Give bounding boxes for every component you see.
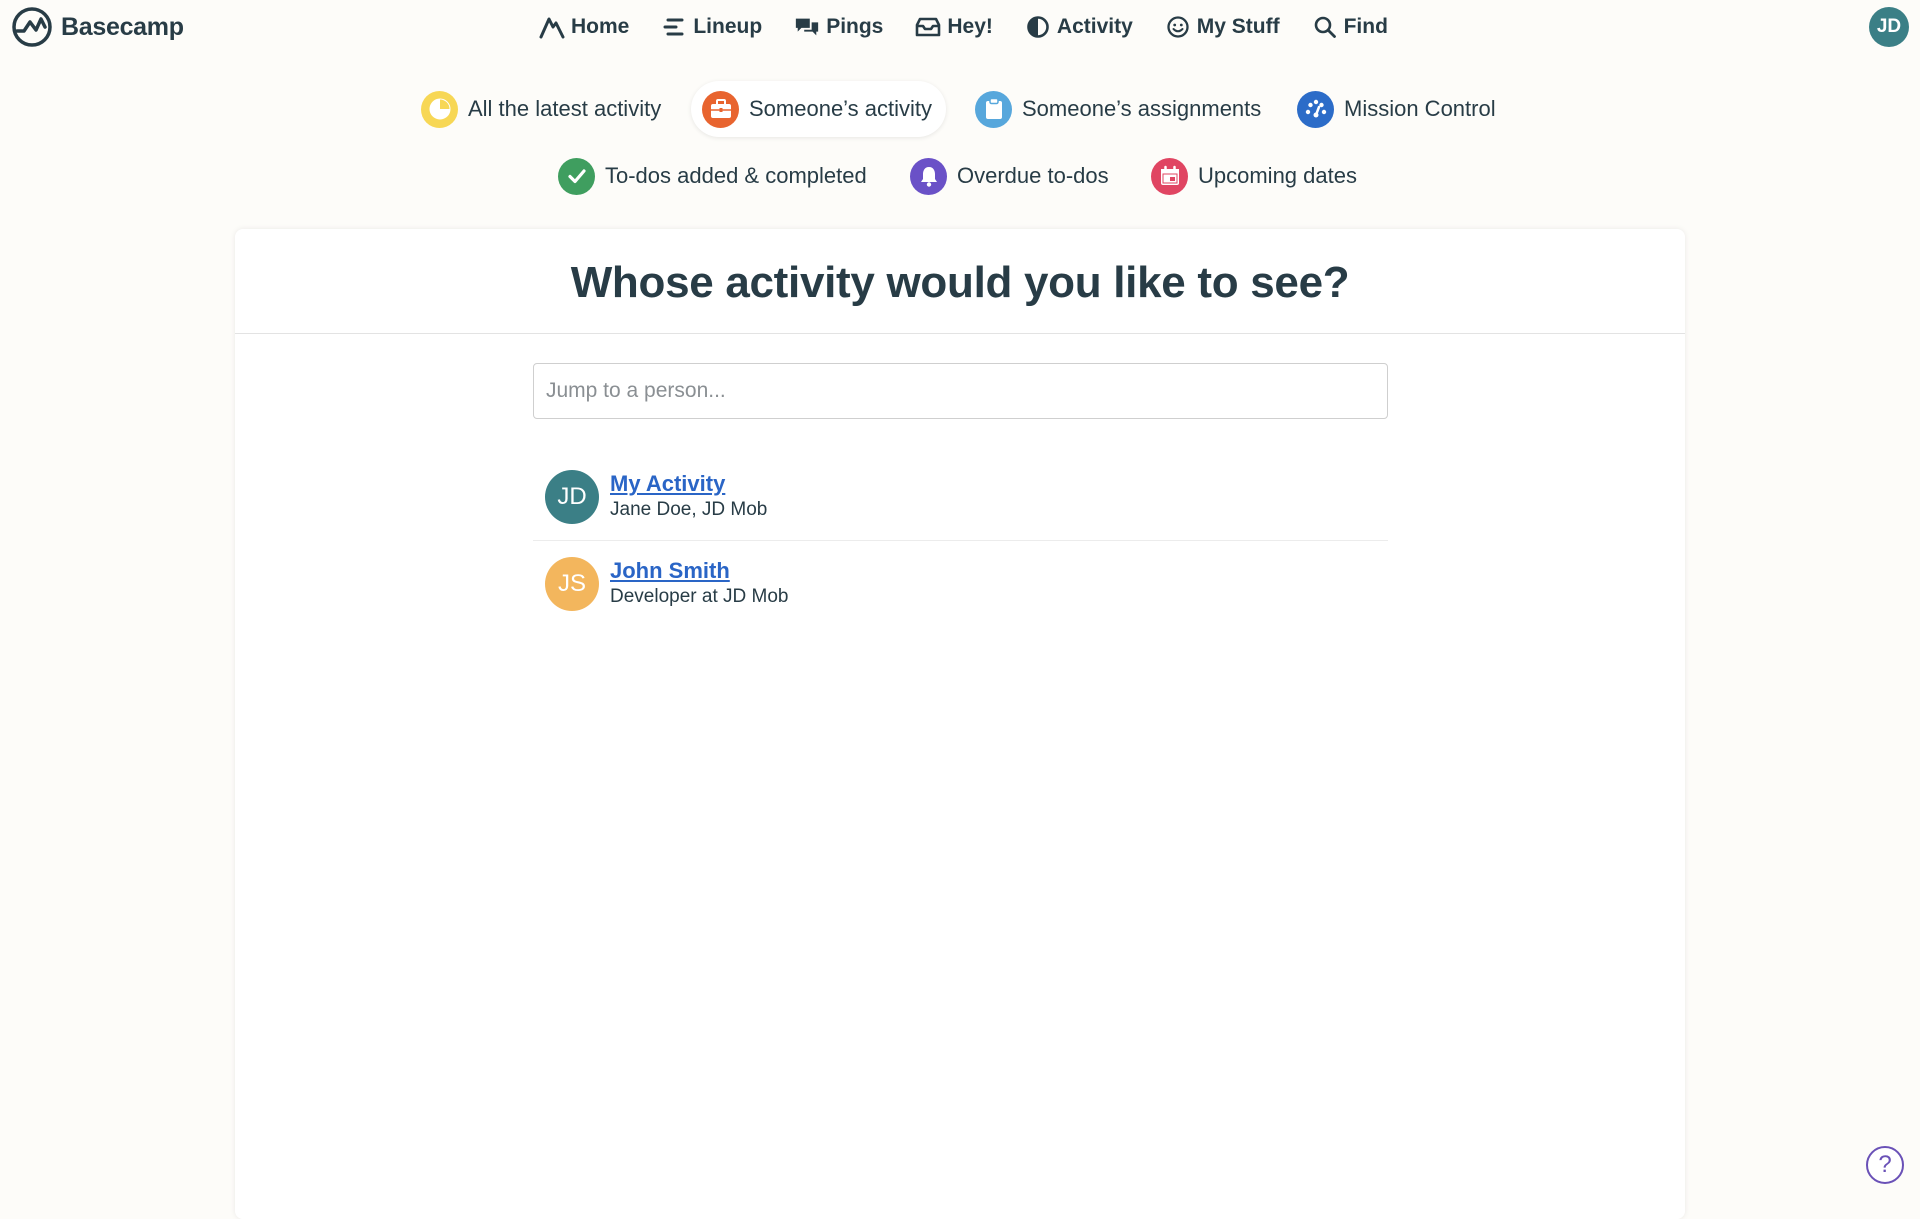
tab-upcoming-dates[interactable]: Upcoming dates	[1140, 148, 1371, 204]
briefcase-icon	[702, 90, 739, 128]
basecamp-logo[interactable]: Basecamp	[11, 7, 184, 47]
nav-activity[interactable]: Activity	[1025, 11, 1133, 43]
home-icon	[539, 14, 565, 40]
nav-lineup-label: Lineup	[693, 15, 763, 38]
nav-home[interactable]: Home	[539, 11, 629, 43]
search-icon	[1312, 14, 1338, 40]
nav-lineup[interactable]: Lineup	[661, 11, 762, 43]
person-subtitle: Jane Doe, JD Mob	[610, 499, 768, 520]
tab-todos-added-completed-label: To-dos added & completed	[605, 163, 867, 188]
tab-all-latest-activity[interactable]: All the latest activity	[410, 81, 675, 137]
lineup-icon	[661, 14, 687, 40]
person-info: John Smith Developer at JD Mob	[610, 558, 788, 610]
main-nav: Home Lineup Pings Hey! Activity My Stuff…	[539, 11, 1388, 43]
nav-my-stuff-label: My Stuff	[1196, 15, 1280, 38]
nav-find[interactable]: Find	[1312, 11, 1388, 43]
nav-my-stuff[interactable]: My Stuff	[1165, 11, 1280, 43]
calendar-icon	[1151, 157, 1188, 195]
smiley-icon	[1165, 14, 1191, 40]
person-name-link[interactable]: My Activity	[610, 471, 767, 497]
person-list: JD My Activity Jane Doe, JD Mob JS John …	[533, 454, 1388, 626]
nav-pings[interactable]: Pings	[794, 11, 883, 43]
person-row: JD My Activity Jane Doe, JD Mob	[533, 454, 1388, 540]
page-title: Whose activity would you like to see?	[570, 258, 1350, 307]
tab-someones-assignments[interactable]: Someone’s assignments	[964, 81, 1275, 137]
nav-activity-label: Activity	[1056, 15, 1133, 38]
tab-someones-activity[interactable]: Someone’s activity	[691, 81, 947, 137]
tab-upcoming-dates-label: Upcoming dates	[1198, 163, 1357, 188]
nav-hey[interactable]: Hey!	[915, 11, 993, 43]
tab-overdue-todos[interactable]: Overdue to-dos	[899, 148, 1123, 204]
nav-hey-label: Hey!	[947, 15, 993, 38]
activity-icon	[1025, 14, 1051, 40]
checkmark-icon	[558, 157, 595, 195]
nav-pings-label: Pings	[826, 15, 884, 38]
person-row: JS John Smith Developer at JD Mob	[533, 540, 1388, 626]
nav-find-label: Find	[1343, 15, 1388, 38]
nav-home-label: Home	[571, 15, 630, 38]
jump-to-person-input[interactable]	[533, 363, 1388, 419]
pings-icon	[794, 14, 820, 40]
basecamp-logo-text: Basecamp	[61, 12, 184, 41]
help-button[interactable]: ?	[1866, 1146, 1904, 1184]
help-question-icon: ?	[1878, 1151, 1892, 1178]
hey-inbox-icon	[915, 14, 941, 40]
basecamp-logo-icon	[11, 7, 55, 47]
tab-all-latest-activity-label: All the latest activity	[468, 96, 662, 121]
tab-someones-activity-label: Someone’s activity	[749, 96, 933, 121]
tab-todos-added-completed[interactable]: To-dos added & completed	[547, 148, 881, 204]
person-subtitle: Developer at JD Mob	[610, 585, 789, 607]
user-avatar[interactable]: JD	[1869, 7, 1909, 47]
top-navigation-bar: Basecamp Home Lineup Pings Hey! Activity…	[0, 0, 1920, 54]
person-info: My Activity Jane Doe, JD Mob	[610, 471, 767, 523]
clock-icon	[421, 90, 458, 128]
tab-mission-control[interactable]: Mission Control	[1286, 81, 1510, 137]
tab-mission-control-label: Mission Control	[1344, 96, 1496, 121]
person-avatar[interactable]: JD	[545, 470, 599, 524]
gauge-icon	[1297, 90, 1334, 128]
tab-overdue-todos-label: Overdue to-dos	[957, 163, 1109, 188]
title-divider	[235, 333, 1685, 334]
person-name-link[interactable]: John Smith	[610, 558, 788, 584]
clipboard-icon	[975, 90, 1012, 128]
people-card: Whose activity would you like to see? JD…	[235, 229, 1685, 1219]
tab-someones-assignments-label: Someone’s assignments	[1022, 96, 1262, 121]
person-avatar[interactable]: JS	[545, 556, 599, 611]
bell-icon	[910, 157, 947, 195]
